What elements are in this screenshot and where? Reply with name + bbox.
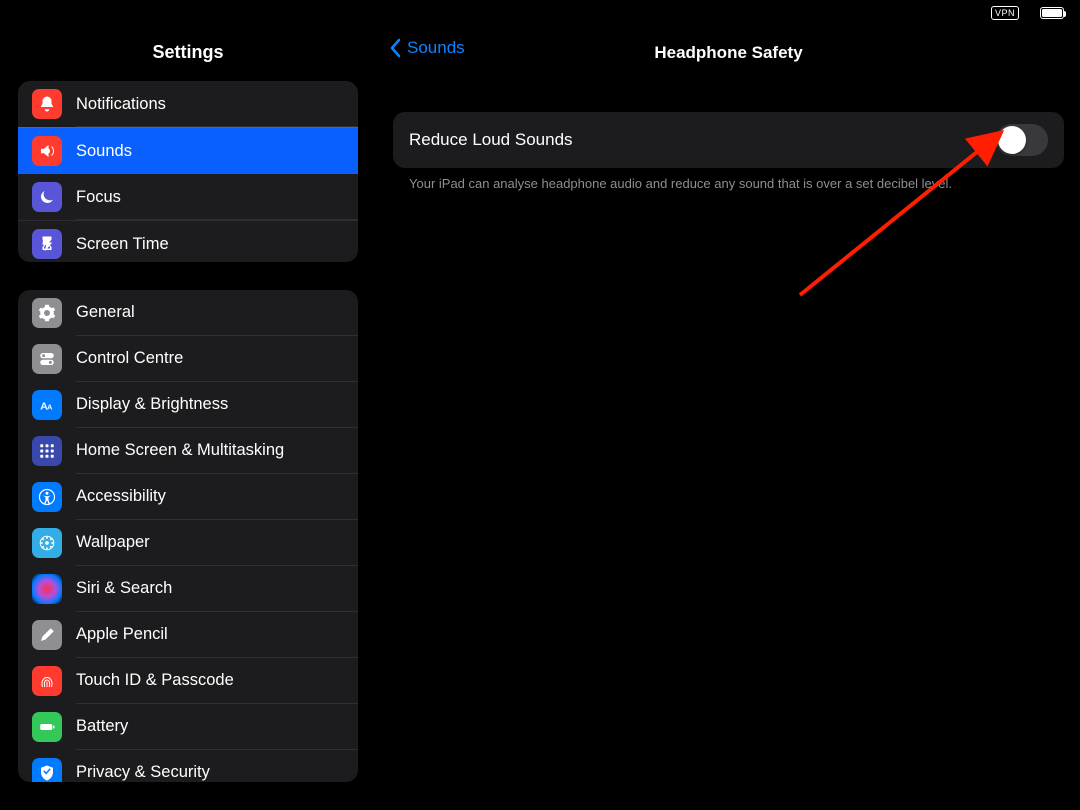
sidebar-item-label: Control Centre [76,349,183,368]
sidebar-item-controlcentre[interactable]: Control Centre [18,336,358,382]
sidebar-item-sounds[interactable]: Sounds [18,127,358,174]
sidebar-item-label: Sounds [76,142,132,161]
sidebar-item-focus[interactable]: Focus [18,174,358,220]
sidebar-item-label: Battery [76,717,128,736]
sidebar-title: Settings [0,30,376,81]
privacy-icon [32,758,62,782]
svg-text:A: A [47,402,53,411]
sidebar-item-battery[interactable]: Battery [18,704,358,750]
sidebar-group-2: General Control Centre AA Display & Brig… [18,290,358,782]
sidebar-item-display[interactable]: AA Display & Brightness [18,382,358,428]
sidebar-item-label: Focus [76,188,121,207]
sidebar-item-homescreen[interactable]: Home Screen & Multitasking [18,428,358,474]
sidebar-item-touchid[interactable]: Touch ID & Passcode [18,658,358,704]
settings-sidebar: Settings Notifications Sounds Focu [0,0,376,810]
sidebar-item-label: Apple Pencil [76,625,168,644]
sidebar-item-siri[interactable]: Siri & Search [18,566,358,612]
sidebar-item-label: Notifications [76,95,166,114]
sidebar-item-label: Wallpaper [76,533,150,552]
sidebar-item-label: Screen Time [76,235,169,254]
sidebar-item-privacy[interactable]: Privacy & Security [18,750,358,782]
sidebar-item-wallpaper[interactable]: Wallpaper [18,520,358,566]
homescreen-icon [32,436,62,466]
screentime-icon [32,229,62,259]
toggle-knob [998,126,1026,154]
wallpaper-icon [32,528,62,558]
sidebar-item-accessibility[interactable]: Accessibility [18,474,358,520]
general-icon [32,298,62,328]
reduce-loud-sounds-row[interactable]: Reduce Loud Sounds [393,112,1064,168]
back-button[interactable]: Sounds [389,38,465,58]
detail-group: Reduce Loud Sounds [393,112,1064,168]
sidebar-item-notifications[interactable]: Notifications [18,81,358,127]
detail-header: Sounds Headphone Safety [377,30,1080,76]
siri-icon [32,574,62,604]
touchid-icon [32,666,62,696]
sidebar-item-label: Home Screen & Multitasking [76,441,284,460]
sidebar-item-label: Accessibility [76,487,166,506]
controlcentre-icon [32,344,62,374]
sidebar-item-label: Siri & Search [76,579,172,598]
chevron-left-icon [389,38,403,58]
sidebar-item-label: Touch ID & Passcode [76,671,234,690]
sounds-icon [32,136,62,166]
battery-setting-icon [32,712,62,742]
reduce-loud-sounds-toggle[interactable] [996,124,1048,156]
sidebar-group-1: Notifications Sounds Focus Sc [18,81,358,262]
detail-pane: Sounds Headphone Safety Reduce Loud Soun… [376,0,1080,810]
sidebar-item-general[interactable]: General [18,290,358,336]
toggle-label: Reduce Loud Sounds [409,130,573,150]
detail-title: Headphone Safety [654,43,802,63]
sidebar-item-label: Display & Brightness [76,395,228,414]
notifications-icon [32,89,62,119]
focus-icon [32,182,62,212]
sidebar-item-label: Privacy & Security [76,763,210,782]
pencil-icon [32,620,62,650]
sidebar-item-screentime[interactable]: Screen Time [18,220,358,262]
display-icon: AA [32,390,62,420]
back-button-label: Sounds [407,38,465,58]
detail-footer-text: Your iPad can analyse headphone audio an… [393,168,1064,191]
accessibility-icon [32,482,62,512]
sidebar-item-pencil[interactable]: Apple Pencil [18,612,358,658]
sidebar-item-label: General [76,303,135,322]
